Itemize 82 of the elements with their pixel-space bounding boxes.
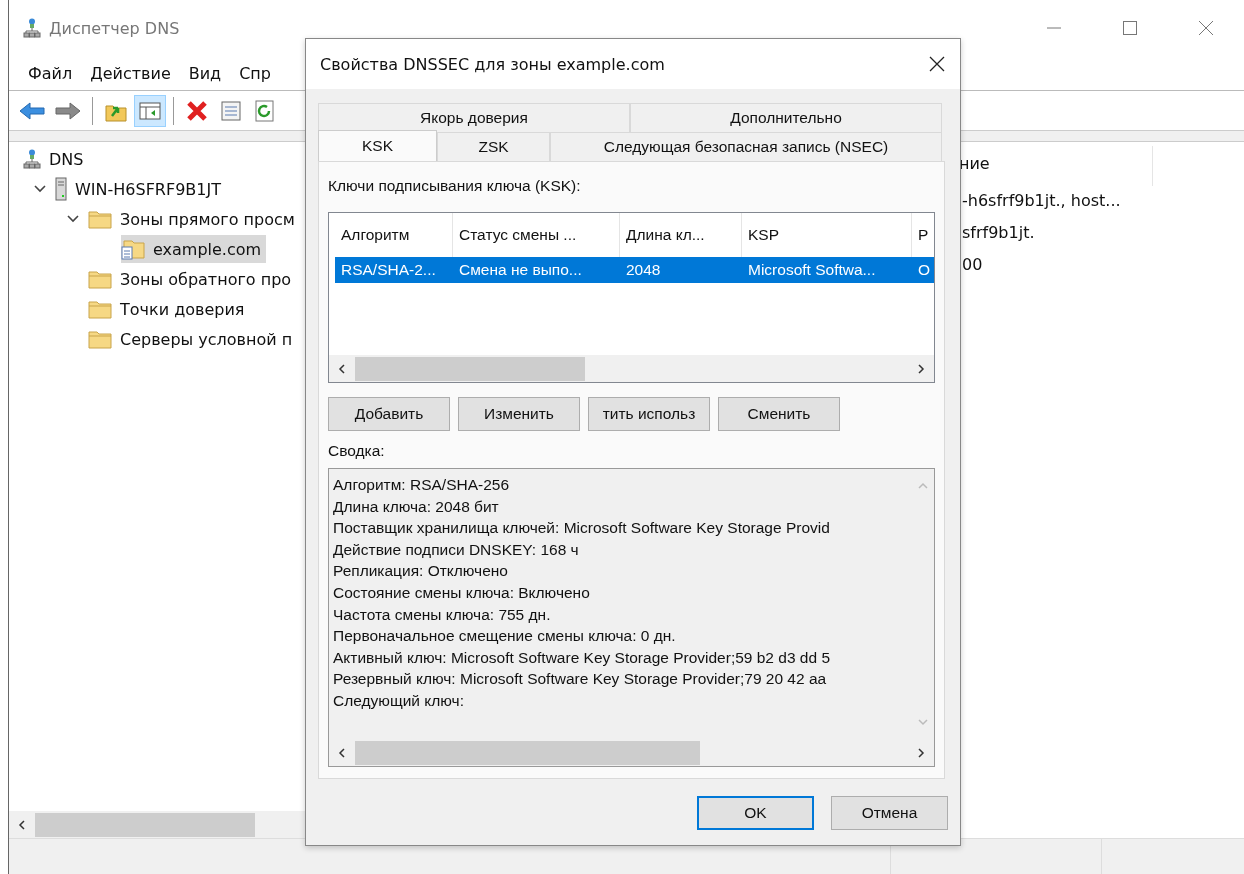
dns-icon <box>23 149 41 169</box>
list-cell: 00 <box>962 254 983 274</box>
list-cell: sfrf9b1jt. <box>962 222 1035 242</box>
maximize-icon <box>1122 20 1138 36</box>
scroll-down-icon[interactable] <box>917 717 929 727</box>
dialog-button[interactable]: Добавить <box>328 397 450 431</box>
scroll-up-icon[interactable] <box>917 481 929 491</box>
section-label: Сводка: <box>328 441 386 461</box>
refresh-icon <box>255 99 275 122</box>
tab[interactable]: KSK <box>318 130 437 161</box>
list-cell-text: 2048 <box>625 261 662 279</box>
pane-toggle-button[interactable] <box>134 94 166 127</box>
tree-item[interactable]: example.com <box>121 235 267 263</box>
dialog-button[interactable]: Отмена <box>831 796 948 830</box>
menu-item[interactable]: Файл <box>19 63 82 83</box>
summary-line: Алгоритм: RSA/SHA-256 <box>333 475 511 495</box>
scroll-left-icon[interactable] <box>337 746 347 759</box>
chevron-down-icon[interactable] <box>33 184 47 194</box>
list-cell: -h6sfrf9b1jt., host... <box>962 190 1121 210</box>
forward-arrow-icon <box>55 100 81 121</box>
summary-line: Первоначальное смещение смены ключа: 0 дн. <box>333 626 677 647</box>
summary-line: Состояние смены ключа: Включено <box>333 582 591 603</box>
menu-item[interactable]: Вид <box>179 63 231 83</box>
tree-item[interactable]: WIN-H6SFRF9B1JT <box>55 175 226 203</box>
scroll-right-icon[interactable] <box>916 362 926 375</box>
section-label: Ключи подписывания ключа (KSK): <box>328 176 582 196</box>
scroll-left-icon[interactable] <box>17 818 27 831</box>
tab[interactable]: Якорь доверия <box>318 103 630 132</box>
scrollbar-thumb[interactable] <box>35 812 255 837</box>
tree-item[interactable]: Серверы условной п <box>88 325 298 353</box>
folder-icon <box>88 299 112 319</box>
scrollbar-thumb[interactable] <box>355 740 700 765</box>
tree-item[interactable]: Зоны обратного про <box>88 265 297 293</box>
dialog-button[interactable]: Изменить <box>458 397 580 431</box>
window-title: Диспетчер DNS <box>49 18 180 38</box>
horizontal-scrollbar[interactable] <box>9 811 306 838</box>
list-cell-text: RSA/SHA-2... <box>340 261 437 279</box>
pane-icon <box>138 99 162 122</box>
properties-icon <box>220 99 242 122</box>
menu-item[interactable]: Действие <box>81 63 180 83</box>
scrollbar-thumb[interactable] <box>355 356 585 381</box>
summary-line: Активный ключ: Microsoft Software Key Storage Provider;59 b2 d3 dd 5 <box>333 647 831 668</box>
close-icon <box>1198 20 1214 36</box>
list-row[interactable]: RSA/SHA-2... Смена не выпо... 2048 Microsoft Softwa... О <box>335 257 934 283</box>
tree-item[interactable]: DNS <box>23 145 89 173</box>
tree-item[interactable]: Зоны прямого просм <box>88 205 300 233</box>
minimize-icon <box>1046 27 1062 29</box>
dialog-button[interactable]: OK <box>697 796 814 830</box>
summary-line: Репликация: Отключено <box>333 561 509 582</box>
folder-icon <box>88 269 112 289</box>
list-cell-text: Смена не выпо... <box>458 261 583 279</box>
summary-line: Длина ключа: 2048 бит <box>333 496 500 517</box>
tab[interactable]: Дополнительно <box>630 103 942 132</box>
summary-line: Частота смены ключа: 755 дн. <box>333 604 552 625</box>
dialog-title: Свойства DNSSEC для зоны example.com <box>320 54 665 74</box>
scroll-left-icon[interactable] <box>337 362 347 375</box>
tab[interactable]: ZSK <box>437 132 550 161</box>
horizontal-scrollbar[interactable] <box>329 355 934 382</box>
list-cell-text: Microsoft Softwa... <box>747 261 877 279</box>
scroll-right-icon[interactable] <box>916 746 926 759</box>
tab[interactable]: Следующая безопасная запись (NSEC) <box>550 132 942 161</box>
summary-line: Поставщик хранилища ключей: Microsoft Software Key Storage Provid <box>333 518 831 539</box>
summary-line: Следующий ключ: <box>333 690 465 711</box>
folder-icon <box>88 209 112 229</box>
delete-icon <box>185 99 209 122</box>
back-arrow-icon <box>19 100 45 121</box>
chevron-down-icon[interactable] <box>66 214 80 224</box>
summary-box[interactable] <box>328 468 935 767</box>
dns-icon <box>23 18 41 38</box>
summary-line: Действие подписи DNSKEY: 168 ч <box>333 539 580 560</box>
close-icon <box>929 56 945 72</box>
tree-item[interactable]: Точки доверия <box>88 295 250 323</box>
folder-icon <box>88 329 112 349</box>
key-list[interactable]: Алгоритм Статус смены ... Длина кл... KSP Р RSA/SHA-2... Смена не выпо... 2048 Microsoft Softwa... О <box>328 212 935 383</box>
dialog-button[interactable]: Сменить <box>718 397 840 431</box>
dialog-button[interactable]: тить использ <box>588 397 710 431</box>
server-icon <box>55 177 67 201</box>
column-header[interactable]: Р <box>912 213 932 257</box>
list-cell-text: О <box>917 261 932 279</box>
menu-item[interactable]: Спр <box>230 63 280 83</box>
summary-line: Резервный ключ: Microsoft Software Key Storage Provider;79 20 42 aa <box>333 669 828 690</box>
zone-file-icon <box>121 238 145 260</box>
